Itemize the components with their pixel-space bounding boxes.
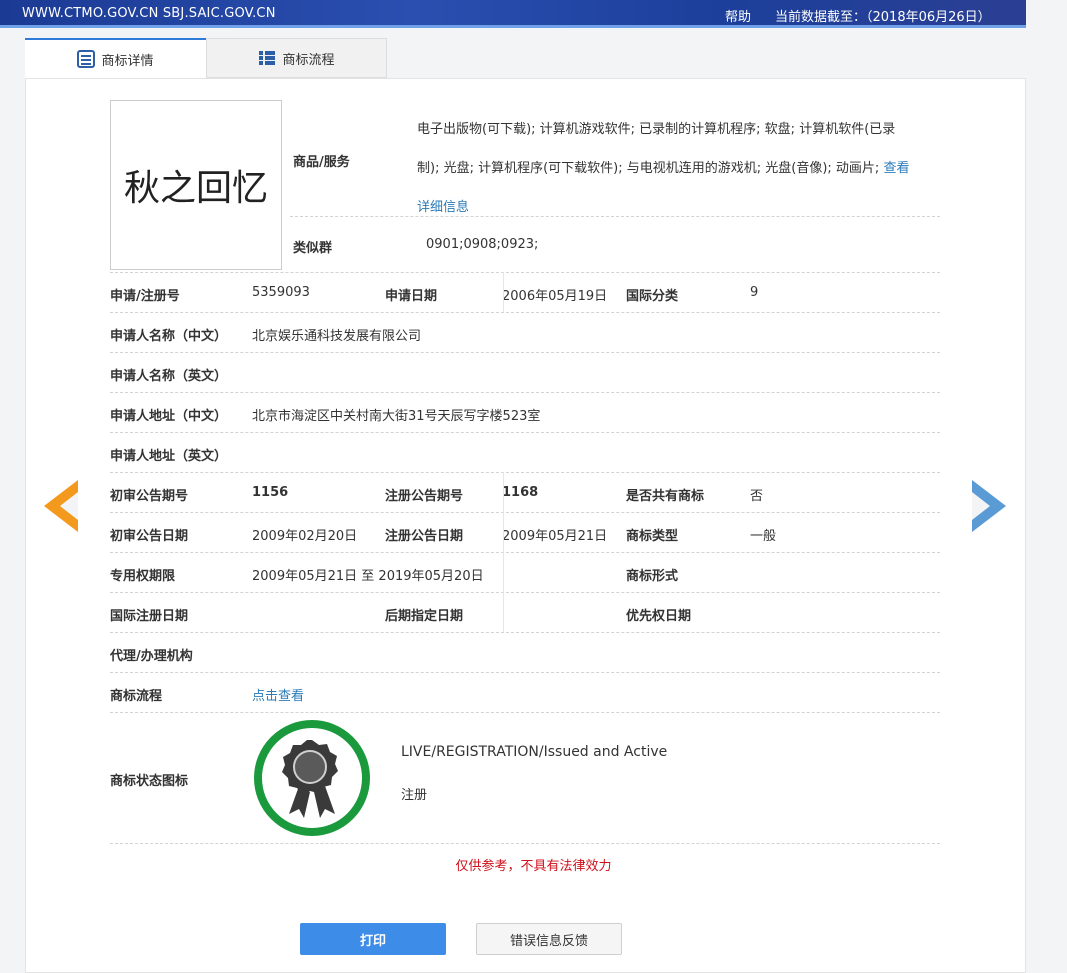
shared-label: 是否共有商标 [626, 489, 705, 504]
site-urls: WWW.CTMO.GOV.CN SBJ.SAIC.GOV.CN [22, 6, 276, 21]
prev-arrow-notch [60, 492, 78, 520]
status-icon-label: 商标状态图标 [110, 774, 189, 789]
prelim-no-label: 初审公告期号 [110, 489, 189, 504]
column-separator [503, 272, 504, 312]
goods-label: 商品/服务 [293, 155, 350, 170]
applicant-cn-value: 北京娱乐通科技发展有限公司 [252, 329, 422, 344]
divider [110, 592, 940, 593]
help-link[interactable]: 帮助 [725, 6, 751, 25]
address-cn-label: 申请人地址（中文） [110, 409, 228, 424]
divider [110, 472, 940, 473]
address-en-label: 申请人地址（英文） [110, 449, 228, 464]
error-feedback-button[interactable]: 错误信息反馈 [476, 923, 622, 955]
reg-pub-no-value: 1168 [502, 485, 539, 500]
prelim-date-value: 2009年02月20日 [252, 529, 358, 544]
similar-group-value: 0901;0908;0923; [426, 237, 539, 252]
trademark-image: 秋之回忆 [110, 100, 282, 270]
address-cn-value: 北京市海淀区中关村南大街31号天辰写字楼523室 [252, 409, 541, 424]
exclusive-period-label: 专用权期限 [110, 569, 176, 584]
reg-pub-date-value: 2009年05月21日 [502, 529, 608, 544]
trademark-image-text: 秋之回忆 [123, 168, 268, 209]
priority-date-label: 优先权日期 [626, 609, 692, 624]
similar-group-label: 类似群 [293, 241, 333, 256]
tm-type-label: 商标类型 [626, 529, 679, 544]
data-date: 当前数据截至：（2018年06月26日） [775, 10, 991, 25]
divider [110, 672, 940, 673]
apply-date-label: 申请日期 [385, 289, 438, 304]
goods-detail-link[interactable]: 详细信息 [417, 200, 469, 215]
shared-value: 否 [750, 489, 764, 504]
divider [110, 632, 940, 633]
divider [110, 552, 940, 553]
tab-trademark-process[interactable]: 商标流程 [206, 38, 387, 78]
grid-list-icon [259, 51, 276, 65]
banner-stripe [0, 25, 1026, 28]
column-separator [503, 472, 504, 632]
tab-label: 商标详情 [101, 53, 154, 69]
reg-no-value: 5359093 [252, 285, 310, 300]
divider [110, 843, 940, 844]
tab-label: 商标流程 [282, 52, 335, 68]
divider [110, 312, 940, 313]
applicant-cn-label: 申请人名称（中文） [110, 329, 228, 344]
status-en-text: LIVE/REGISTRATION/Issued and Active [401, 744, 668, 760]
tm-form-label: 商标形式 [626, 569, 679, 584]
prelim-no-value: 1156 [252, 485, 289, 500]
intl-class-label: 国际分类 [626, 289, 679, 304]
intl-class-value: 9 [750, 285, 759, 300]
exclusive-period-value: 2009年05月21日 至 2019年05月20日 [252, 569, 484, 584]
disclaimer-text: 仅供参考，不具有法律效力 [455, 859, 612, 874]
registered-badge-icon [254, 720, 370, 836]
divider [110, 392, 940, 393]
divider [110, 432, 940, 433]
reg-pub-no-label: 注册公告期号 [385, 489, 464, 504]
divider [290, 216, 940, 217]
goods-detail-row: 详细信息 [417, 188, 937, 227]
goods-line-2: 制); 光盘; 计算机程序(可下载软件); 与电视机连用的游戏机; 光盘(音像)… [417, 149, 937, 188]
print-button[interactable]: 打印 [300, 923, 446, 955]
divider [110, 512, 940, 513]
agent-label: 代理/办理机构 [110, 649, 193, 664]
top-banner: WWW.CTMO.GOV.CN SBJ.SAIC.GOV.CN 帮助 当前数据截… [0, 0, 1026, 28]
status-cn-text: 注册 [401, 788, 428, 803]
later-designation-label: 后期指定日期 [385, 609, 464, 624]
intl-reg-date-label: 国际注册日期 [110, 609, 189, 624]
reg-no-label: 申请/注册号 [110, 289, 180, 304]
goods-view-link[interactable]: 查看 [883, 161, 909, 176]
tm-type-value: 一般 [750, 529, 777, 544]
tab-bar: 商标详情 商标流程 [25, 38, 387, 78]
apply-date-value: 2006年05月19日 [502, 289, 608, 304]
document-list-icon [77, 50, 96, 68]
tab-trademark-details[interactable]: 商标详情 [25, 38, 206, 78]
goods-line-text: 制); 光盘; 计算机程序(可下载软件); 与电视机连用的游戏机; 光盘(音像)… [417, 161, 880, 176]
process-label: 商标流程 [110, 689, 163, 704]
prelim-date-label: 初审公告日期 [110, 529, 189, 544]
goods-services-text: 电子出版物(可下载); 计算机游戏软件; 已录制的计算机程序; 软盘; 计算机软… [417, 110, 937, 227]
reg-pub-date-label: 注册公告日期 [385, 529, 464, 544]
divider [110, 352, 940, 353]
divider [110, 272, 940, 273]
divider [110, 712, 940, 713]
next-arrow-notch [972, 492, 990, 520]
process-view-link[interactable]: 点击查看 [252, 685, 304, 704]
goods-line: 电子出版物(可下载); 计算机游戏软件; 已录制的计算机程序; 软盘; 计算机软… [417, 122, 896, 137]
applicant-en-label: 申请人名称（英文） [110, 369, 228, 384]
